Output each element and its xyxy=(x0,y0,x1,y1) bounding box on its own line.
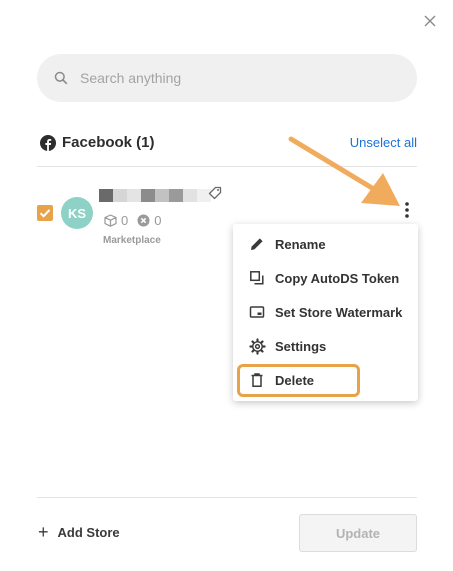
delete-highlight-box xyxy=(237,364,360,397)
menu-item-label: Rename xyxy=(275,236,326,252)
pencil-icon xyxy=(248,235,266,253)
search-input[interactable] xyxy=(78,69,382,87)
update-button[interactable]: Update xyxy=(299,514,417,552)
tag-icon[interactable] xyxy=(208,186,222,200)
add-store-label: Add Store xyxy=(57,524,120,540)
box-icon xyxy=(104,214,117,227)
products-count: 0 xyxy=(121,213,129,228)
avatar: KS xyxy=(61,197,93,229)
plus-icon: + xyxy=(38,522,49,542)
divider xyxy=(37,497,417,498)
section-title: Facebook (1) xyxy=(62,134,155,151)
avatar-initials: KS xyxy=(67,205,87,221)
checkmark-icon xyxy=(39,209,51,218)
close-icon[interactable] xyxy=(421,12,439,30)
error-icon xyxy=(137,214,150,227)
facebook-icon xyxy=(40,134,56,151)
menu-item-label: Set Store Watermark xyxy=(275,304,403,320)
store-name-redacted xyxy=(99,189,211,202)
menu-item-watermark[interactable]: Set Store Watermark xyxy=(233,297,418,327)
watermark-icon xyxy=(248,303,266,321)
store-checkbox[interactable] xyxy=(37,205,53,221)
menu-item-settings[interactable]: Settings xyxy=(233,331,418,361)
store-stats: 0 0 xyxy=(104,213,170,228)
menu-item-copy-token[interactable]: Copy AutoDS Token xyxy=(233,263,418,293)
search-bar[interactable] xyxy=(37,54,417,102)
menu-item-label: Copy AutoDS Token xyxy=(275,270,400,286)
search-icon xyxy=(54,71,68,85)
menu-item-rename[interactable]: Rename xyxy=(233,229,418,259)
copy-icon xyxy=(248,269,266,287)
annotation-arrow xyxy=(288,136,400,206)
store-type: Marketplace xyxy=(103,235,161,246)
menu-item-label: Settings xyxy=(275,338,327,354)
gear-icon xyxy=(248,337,266,355)
errors-count: 0 xyxy=(154,213,162,228)
add-store-button[interactable]: + Add Store xyxy=(38,522,120,542)
